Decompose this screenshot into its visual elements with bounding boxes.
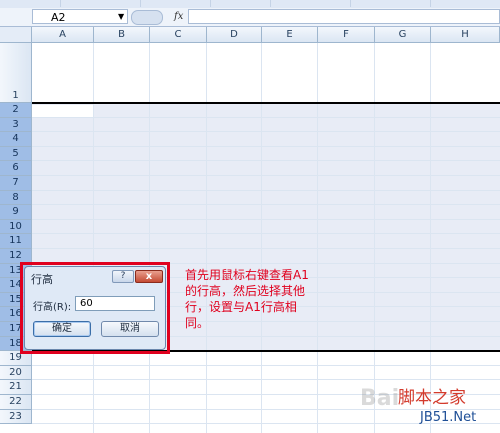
grid-line xyxy=(32,248,500,249)
row-header-23[interactable]: 23 xyxy=(0,409,32,425)
select-all-corner[interactable] xyxy=(0,27,32,43)
column-header-d[interactable]: D xyxy=(207,27,262,43)
chevron-down-icon[interactable]: ▼ xyxy=(118,9,124,24)
row-header-2[interactable]: 2 xyxy=(0,103,32,118)
ribbon-segment xyxy=(270,0,351,7)
ribbon-segment xyxy=(210,0,271,7)
grid-line xyxy=(32,218,500,220)
row-header-4[interactable]: 4 xyxy=(0,132,32,147)
ribbon-segment xyxy=(0,0,61,7)
row-header-22[interactable]: 22 xyxy=(0,395,32,410)
row-header-6[interactable]: 6 xyxy=(0,161,32,176)
instruction-annotation: 首先用鼠标右键查看A1的行高，然后选择其他行，设置与A1行高相同。 xyxy=(185,268,309,330)
row-header-7[interactable]: 7 xyxy=(0,176,32,191)
ok-button[interactable]: 确定 xyxy=(33,321,91,337)
grid-line xyxy=(32,131,500,133)
row-header-1[interactable]: 1 xyxy=(0,43,32,103)
column-header-c[interactable]: C xyxy=(150,27,207,43)
ribbon-segment xyxy=(60,0,141,7)
row-height-input[interactable]: 60 xyxy=(75,296,155,311)
row-header-21[interactable]: 21 xyxy=(0,380,32,395)
row-header-8[interactable]: 8 xyxy=(0,190,32,206)
column-header-f[interactable]: F xyxy=(318,27,375,43)
formula-bar-handle[interactable] xyxy=(131,10,163,25)
column-header-b[interactable]: B xyxy=(94,27,150,43)
watermark-logo: 脚本之家 xyxy=(398,388,466,408)
ribbon-segment xyxy=(350,0,431,7)
row-header-5[interactable]: 5 xyxy=(0,146,32,162)
column-header-g[interactable]: G xyxy=(375,27,431,43)
formula-bar: A2 ▼ fx xyxy=(0,8,500,27)
column-header-h[interactable]: H xyxy=(431,27,500,43)
grid-line xyxy=(32,189,500,191)
grid-line xyxy=(32,116,500,118)
selection-border-top xyxy=(32,102,500,104)
grid-line xyxy=(32,364,500,366)
grid-line xyxy=(32,145,500,147)
name-box[interactable]: A2 xyxy=(32,9,128,24)
row-header-3[interactable]: 3 xyxy=(0,117,32,133)
cancel-button[interactable]: 取消 xyxy=(101,321,159,337)
column-header-a[interactable]: A xyxy=(32,27,94,43)
column-header-e[interactable]: E xyxy=(262,27,318,43)
worksheet-grid[interactable] xyxy=(32,43,500,433)
row-height-dialog: 行高 ? x 行高(R): 60 确定 取消 xyxy=(24,266,166,350)
row-header-10[interactable]: 10 xyxy=(0,219,32,235)
grid-line xyxy=(32,160,500,162)
ribbon-segment xyxy=(140,0,211,7)
row-header-11[interactable]: 11 xyxy=(0,234,32,249)
grid-line xyxy=(32,379,500,381)
grid-line xyxy=(32,204,500,206)
dialog-title: 行高 xyxy=(31,273,53,286)
watermark-bg: Bai xyxy=(360,386,400,411)
row-header-20[interactable]: 20 xyxy=(0,365,32,381)
fx-icon[interactable]: fx xyxy=(174,9,183,24)
grid-line xyxy=(32,175,500,176)
help-icon[interactable]: ? xyxy=(112,270,134,283)
row-header-9[interactable]: 9 xyxy=(0,205,32,220)
watermark-site: JB51.Net xyxy=(420,410,477,425)
grid-line xyxy=(32,233,500,235)
row-height-label: 行高(R): xyxy=(33,302,72,313)
formula-input[interactable] xyxy=(188,9,500,24)
close-icon[interactable]: x xyxy=(135,270,163,283)
